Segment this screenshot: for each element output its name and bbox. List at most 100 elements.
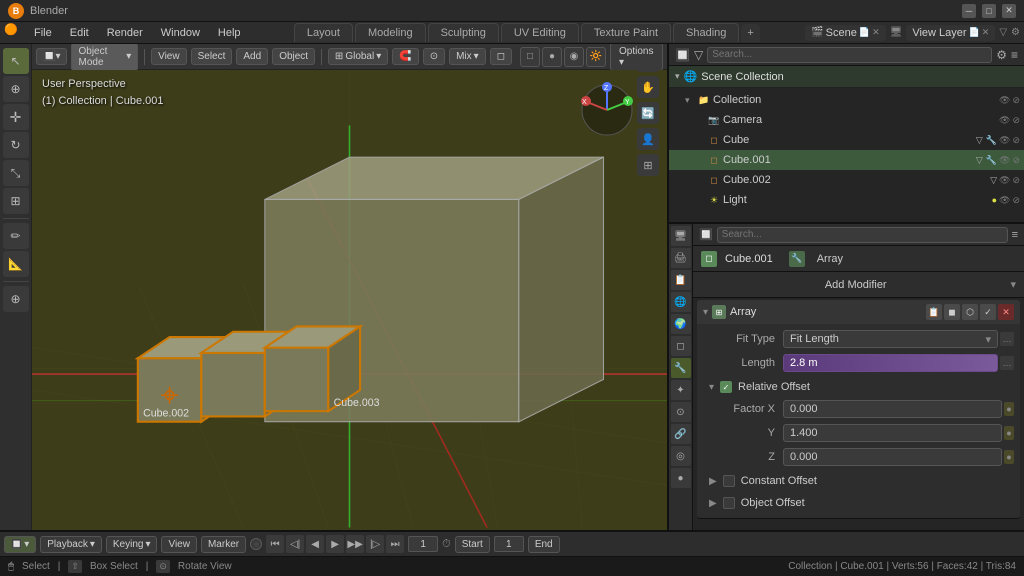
- shading-solid[interactable]: ●: [542, 47, 562, 67]
- workspace-tab-modeling[interactable]: Modeling: [355, 23, 426, 42]
- length-field[interactable]: 2.8 m: [783, 354, 998, 372]
- prop-modifier-icon[interactable]: 🔧: [671, 358, 691, 378]
- filter-icon[interactable]: ▽: [999, 27, 1007, 38]
- proportional-edit[interactable]: ⊙: [423, 48, 445, 65]
- mod-ctrl-delete[interactable]: ✕: [998, 304, 1014, 320]
- camera-icon[interactable]: 📷: [637, 70, 659, 72]
- prop-particles-icon[interactable]: ✦: [671, 380, 691, 400]
- render-icon[interactable]: 🖥: [890, 27, 903, 38]
- minimize-button[interactable]: ─: [962, 4, 976, 18]
- rel-offset-checkbox[interactable]: ✓: [720, 381, 732, 393]
- factor-x-dot[interactable]: ●: [1004, 402, 1014, 416]
- camera-vis-icon[interactable]: 👁: [999, 115, 1010, 126]
- workspace-tab-shading[interactable]: Shading: [673, 23, 739, 42]
- object-menu[interactable]: Object: [272, 48, 315, 65]
- light-vis-icon[interactable]: 👁: [999, 195, 1010, 206]
- start-frame-input[interactable]: [494, 536, 524, 552]
- pivot-menu[interactable]: Mix ▾: [449, 48, 486, 65]
- menu-window[interactable]: Window: [153, 25, 208, 41]
- tool-select[interactable]: ↖: [3, 48, 29, 74]
- prop-data-icon[interactable]: ◎: [671, 446, 691, 466]
- prop-viewlayer-icon[interactable]: 📋: [671, 270, 691, 290]
- object-mode-selector[interactable]: Object Mode ▾: [71, 44, 138, 71]
- workspace-tab-layout[interactable]: Layout: [294, 23, 353, 42]
- object-offset-toggle[interactable]: ▶ Object Offset: [703, 492, 1014, 514]
- modifier-expand-arrow[interactable]: ▾: [703, 307, 708, 318]
- start-frame-btn[interactable]: Start: [455, 536, 490, 553]
- mod-ctrl-3[interactable]: ⬡: [962, 304, 978, 320]
- modifier-tab-icon[interactable]: 🔧: [789, 251, 805, 267]
- tool-measure[interactable]: 📐: [3, 251, 29, 277]
- outliner-cube001[interactable]: ▶ ◻ Cube.001 ▽ 🔧 👁 ⊘: [669, 150, 1024, 170]
- outliner-menu-icon[interactable]: ≡: [1011, 48, 1018, 62]
- playback-btn[interactable]: Playback ▾: [40, 536, 102, 553]
- collection-vis-icon[interactable]: 👁: [999, 95, 1010, 106]
- cube002-restrict-icon[interactable]: ⊘: [1012, 175, 1020, 186]
- prop-constraints-icon[interactable]: 🔗: [671, 424, 691, 444]
- tool-cursor[interactable]: ⊕: [3, 76, 29, 102]
- viewport-shading-wire[interactable]: ◻: [490, 48, 512, 65]
- end-frame-btn[interactable]: End: [528, 536, 560, 553]
- menu-file[interactable]: File: [26, 25, 60, 41]
- factor-x-field[interactable]: 0.000: [783, 400, 1002, 418]
- workspace-tab-uvediting[interactable]: UV Editing: [501, 23, 579, 42]
- prop-object-icon[interactable]: ◻: [671, 336, 691, 356]
- cube002-vis-icon[interactable]: 👁: [999, 175, 1010, 186]
- menu-edit[interactable]: Edit: [62, 25, 97, 41]
- menu-render[interactable]: Render: [99, 25, 151, 41]
- factor-y-dot[interactable]: ●: [1004, 426, 1014, 440]
- menu-help[interactable]: Help: [210, 25, 249, 41]
- cube-restrict-icon[interactable]: ⊘: [1012, 135, 1020, 146]
- prop-output-icon[interactable]: 🖨: [671, 248, 691, 268]
- properties-search-input[interactable]: [717, 227, 1008, 243]
- shading-material[interactable]: ◉: [564, 47, 584, 67]
- factor-z-field[interactable]: 0.000: [783, 448, 1002, 466]
- shading-wireframe[interactable]: □: [520, 47, 540, 67]
- bottom-mode-btn[interactable]: 🔲 ▾: [4, 536, 36, 553]
- outliner-cube[interactable]: ▶ ◻ Cube ▽ 🔧 👁 ⊘: [669, 130, 1024, 150]
- mod-ctrl-4[interactable]: ✓: [980, 304, 996, 320]
- factor-y-field[interactable]: 1.400: [783, 424, 1002, 442]
- workspace-tab-sculpting[interactable]: Sculpting: [428, 23, 499, 42]
- mod-ctrl-2[interactable]: ◼: [944, 304, 960, 320]
- tool-transform[interactable]: ⊞: [3, 188, 29, 214]
- outliner-camera[interactable]: ▶ 📷 Camera 👁 ⊘: [669, 110, 1024, 130]
- prev-keyframe-btn[interactable]: ◁|: [286, 535, 304, 553]
- prop-world-icon[interactable]: 🌍: [671, 314, 691, 334]
- viewport-editor-type[interactable]: 🔲▾: [36, 48, 67, 65]
- length-extra[interactable]: …: [1000, 356, 1014, 370]
- scene-collection-arrow[interactable]: ▾: [675, 71, 680, 82]
- fit-type-extra[interactable]: …: [1000, 332, 1014, 346]
- prop-scene-icon[interactable]: 🌐: [671, 292, 691, 312]
- prop-render-icon[interactable]: 🖥: [671, 226, 691, 246]
- rotate-icon[interactable]: 🔄: [637, 102, 659, 124]
- scene-new-icon[interactable]: 📄: [859, 27, 870, 38]
- obj-offset-checkbox[interactable]: [723, 497, 735, 509]
- char-icon[interactable]: 👤: [637, 128, 659, 150]
- mod-ctrl-1[interactable]: 📋: [926, 304, 942, 320]
- transform-space[interactable]: ⊞ Global ▾: [328, 48, 388, 65]
- snap-btn[interactable]: 🧲: [392, 48, 418, 65]
- cube001-vis-icon[interactable]: 👁: [999, 155, 1010, 166]
- workspace-tab-more[interactable]: +: [741, 24, 759, 42]
- factor-z-dot[interactable]: ●: [1004, 450, 1014, 464]
- prop-material-icon[interactable]: ●: [671, 468, 691, 488]
- light-restrict-icon[interactable]: ⊘: [1012, 195, 1020, 206]
- close-button[interactable]: ✕: [1002, 4, 1016, 18]
- grid-icon[interactable]: ⊞: [637, 154, 659, 176]
- scene-close-icon[interactable]: ✕: [872, 27, 880, 38]
- cube001-restrict-icon[interactable]: ⊘: [1012, 155, 1020, 166]
- add-menu[interactable]: Add: [236, 48, 268, 65]
- viewport-3d[interactable]: 🔲▾ Object Mode ▾ View Select Add Object …: [32, 44, 669, 530]
- viewport-content[interactable]: User Perspective (1) Collection | Cube.0…: [32, 70, 667, 530]
- collection-restrict-icon[interactable]: ⊘: [1012, 95, 1020, 106]
- tool-move[interactable]: ✛: [3, 104, 29, 130]
- outliner-filter-icon[interactable]: ▽: [694, 48, 703, 62]
- view-menu[interactable]: View: [151, 48, 187, 65]
- jump-end-btn[interactable]: ⏭: [386, 535, 404, 553]
- current-frame-input[interactable]: [408, 536, 438, 552]
- workspace-tab-texturepaint[interactable]: Texture Paint: [581, 23, 671, 42]
- tool-rotate[interactable]: ↻: [3, 132, 29, 158]
- properties-options-icon[interactable]: ≡: [1012, 229, 1018, 241]
- viewport-options[interactable]: Options ▾: [610, 44, 663, 71]
